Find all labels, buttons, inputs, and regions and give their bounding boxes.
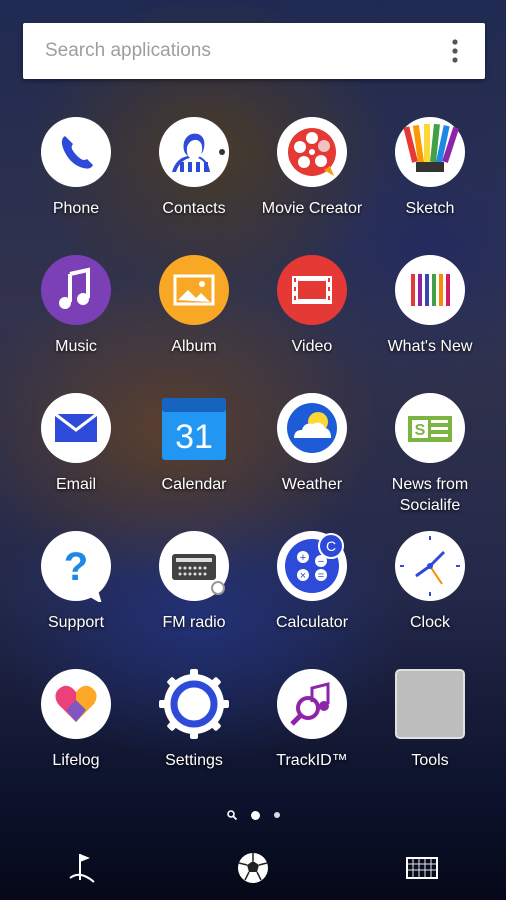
svg-text:−: − [318,556,324,568]
app-label: Contacts [162,200,226,217]
email-icon [41,393,111,463]
page-dot-active[interactable] [250,810,260,820]
app-label: FM radio [162,614,226,631]
goal-net-icon[interactable] [404,850,440,886]
app-fm-radio[interactable]: FM radio [135,530,253,668]
app-lifelog[interactable]: Lifelog [17,668,135,806]
more-vert-icon[interactable] [435,31,475,71]
app-label: Lifelog [52,752,100,769]
app-label: Tools [411,752,449,769]
svg-text:×: × [300,570,306,582]
sketch-icon [395,117,465,187]
app-label: What's New [387,338,473,355]
app-label: TrackID™ [276,752,348,769]
app-label: Settings [165,752,223,769]
calendar-icon: 31 [162,398,226,460]
app-movie-creator[interactable]: Movie Creator [253,116,371,254]
whats-new-icon [395,255,465,325]
app-label: Email [55,476,96,493]
search-bar[interactable]: Search applications [23,23,485,79]
app-weather[interactable]: Weather [253,392,371,530]
app-calendar[interactable]: 31 Calendar [135,392,253,530]
app-news-socialife[interactable]: S News from Socialife [371,392,489,530]
page-dot[interactable] [273,812,280,818]
app-label: Album [171,338,217,355]
app-calculator[interactable]: C + × = − Calculator [253,530,371,668]
music-icon [41,255,111,325]
app-label: Music [55,338,97,355]
app-label: Calculator [275,614,349,631]
news-icon: S [395,393,465,463]
svg-text:=: = [318,570,324,582]
folder-icon [395,669,465,739]
contacts-icon [159,117,229,187]
app-video[interactable]: Video [253,254,371,392]
video-icon [277,255,347,325]
app-trackid[interactable]: TrackID™ [253,668,371,806]
app-support[interactable]: ? Support [17,530,135,668]
app-contacts[interactable]: Contacts [135,116,253,254]
app-label: Calendar [161,476,227,493]
app-album[interactable]: Album [135,254,253,392]
support-icon: ? [41,531,111,602]
svg-text:31: 31 [175,418,213,456]
clock-icon [395,531,465,601]
search-icon[interactable] [226,810,237,820]
svg-text:S: S [415,422,426,439]
trackid-icon [277,669,347,739]
dock [0,840,506,896]
fm-radio-icon [159,531,229,601]
lifelog-icon [41,669,111,739]
calculator-icon: C + × = − [277,531,347,601]
app-music[interactable]: Music [17,254,135,392]
app-settings[interactable]: Settings [135,668,253,806]
app-folder-tools[interactable]: Tools [371,668,489,806]
app-label: Support [47,614,105,631]
svg-text:C: C [326,538,336,554]
app-label: Video [291,338,333,355]
app-sketch[interactable]: Sketch [371,116,489,254]
weather-icon [277,393,347,463]
app-label: Clock [409,614,450,631]
app-whats-new[interactable]: What's New [371,254,489,392]
app-label: Weather [281,476,343,493]
corner-flag-icon[interactable] [66,850,102,886]
search-input[interactable]: Search applications [45,40,435,62]
svg-text:+: + [300,552,306,564]
app-label: Movie Creator [261,200,363,217]
movie-creator-icon [277,117,347,187]
app-label: Phone [52,200,100,217]
app-clock[interactable]: Clock [371,530,489,668]
app-phone[interactable]: Phone [17,116,135,254]
soccer-ball-icon[interactable] [235,850,271,886]
settings-icon [159,669,229,739]
app-grid: Phone Contacts Movie Creator Sketch Musi… [17,116,489,806]
album-icon [159,255,229,325]
app-label: Sketch [405,200,455,217]
svg-text:?: ? [64,545,88,589]
page-indicator [0,810,506,820]
app-email[interactable]: Email [17,392,135,530]
app-label: News from Socialife [391,476,469,514]
phone-icon [41,117,111,187]
